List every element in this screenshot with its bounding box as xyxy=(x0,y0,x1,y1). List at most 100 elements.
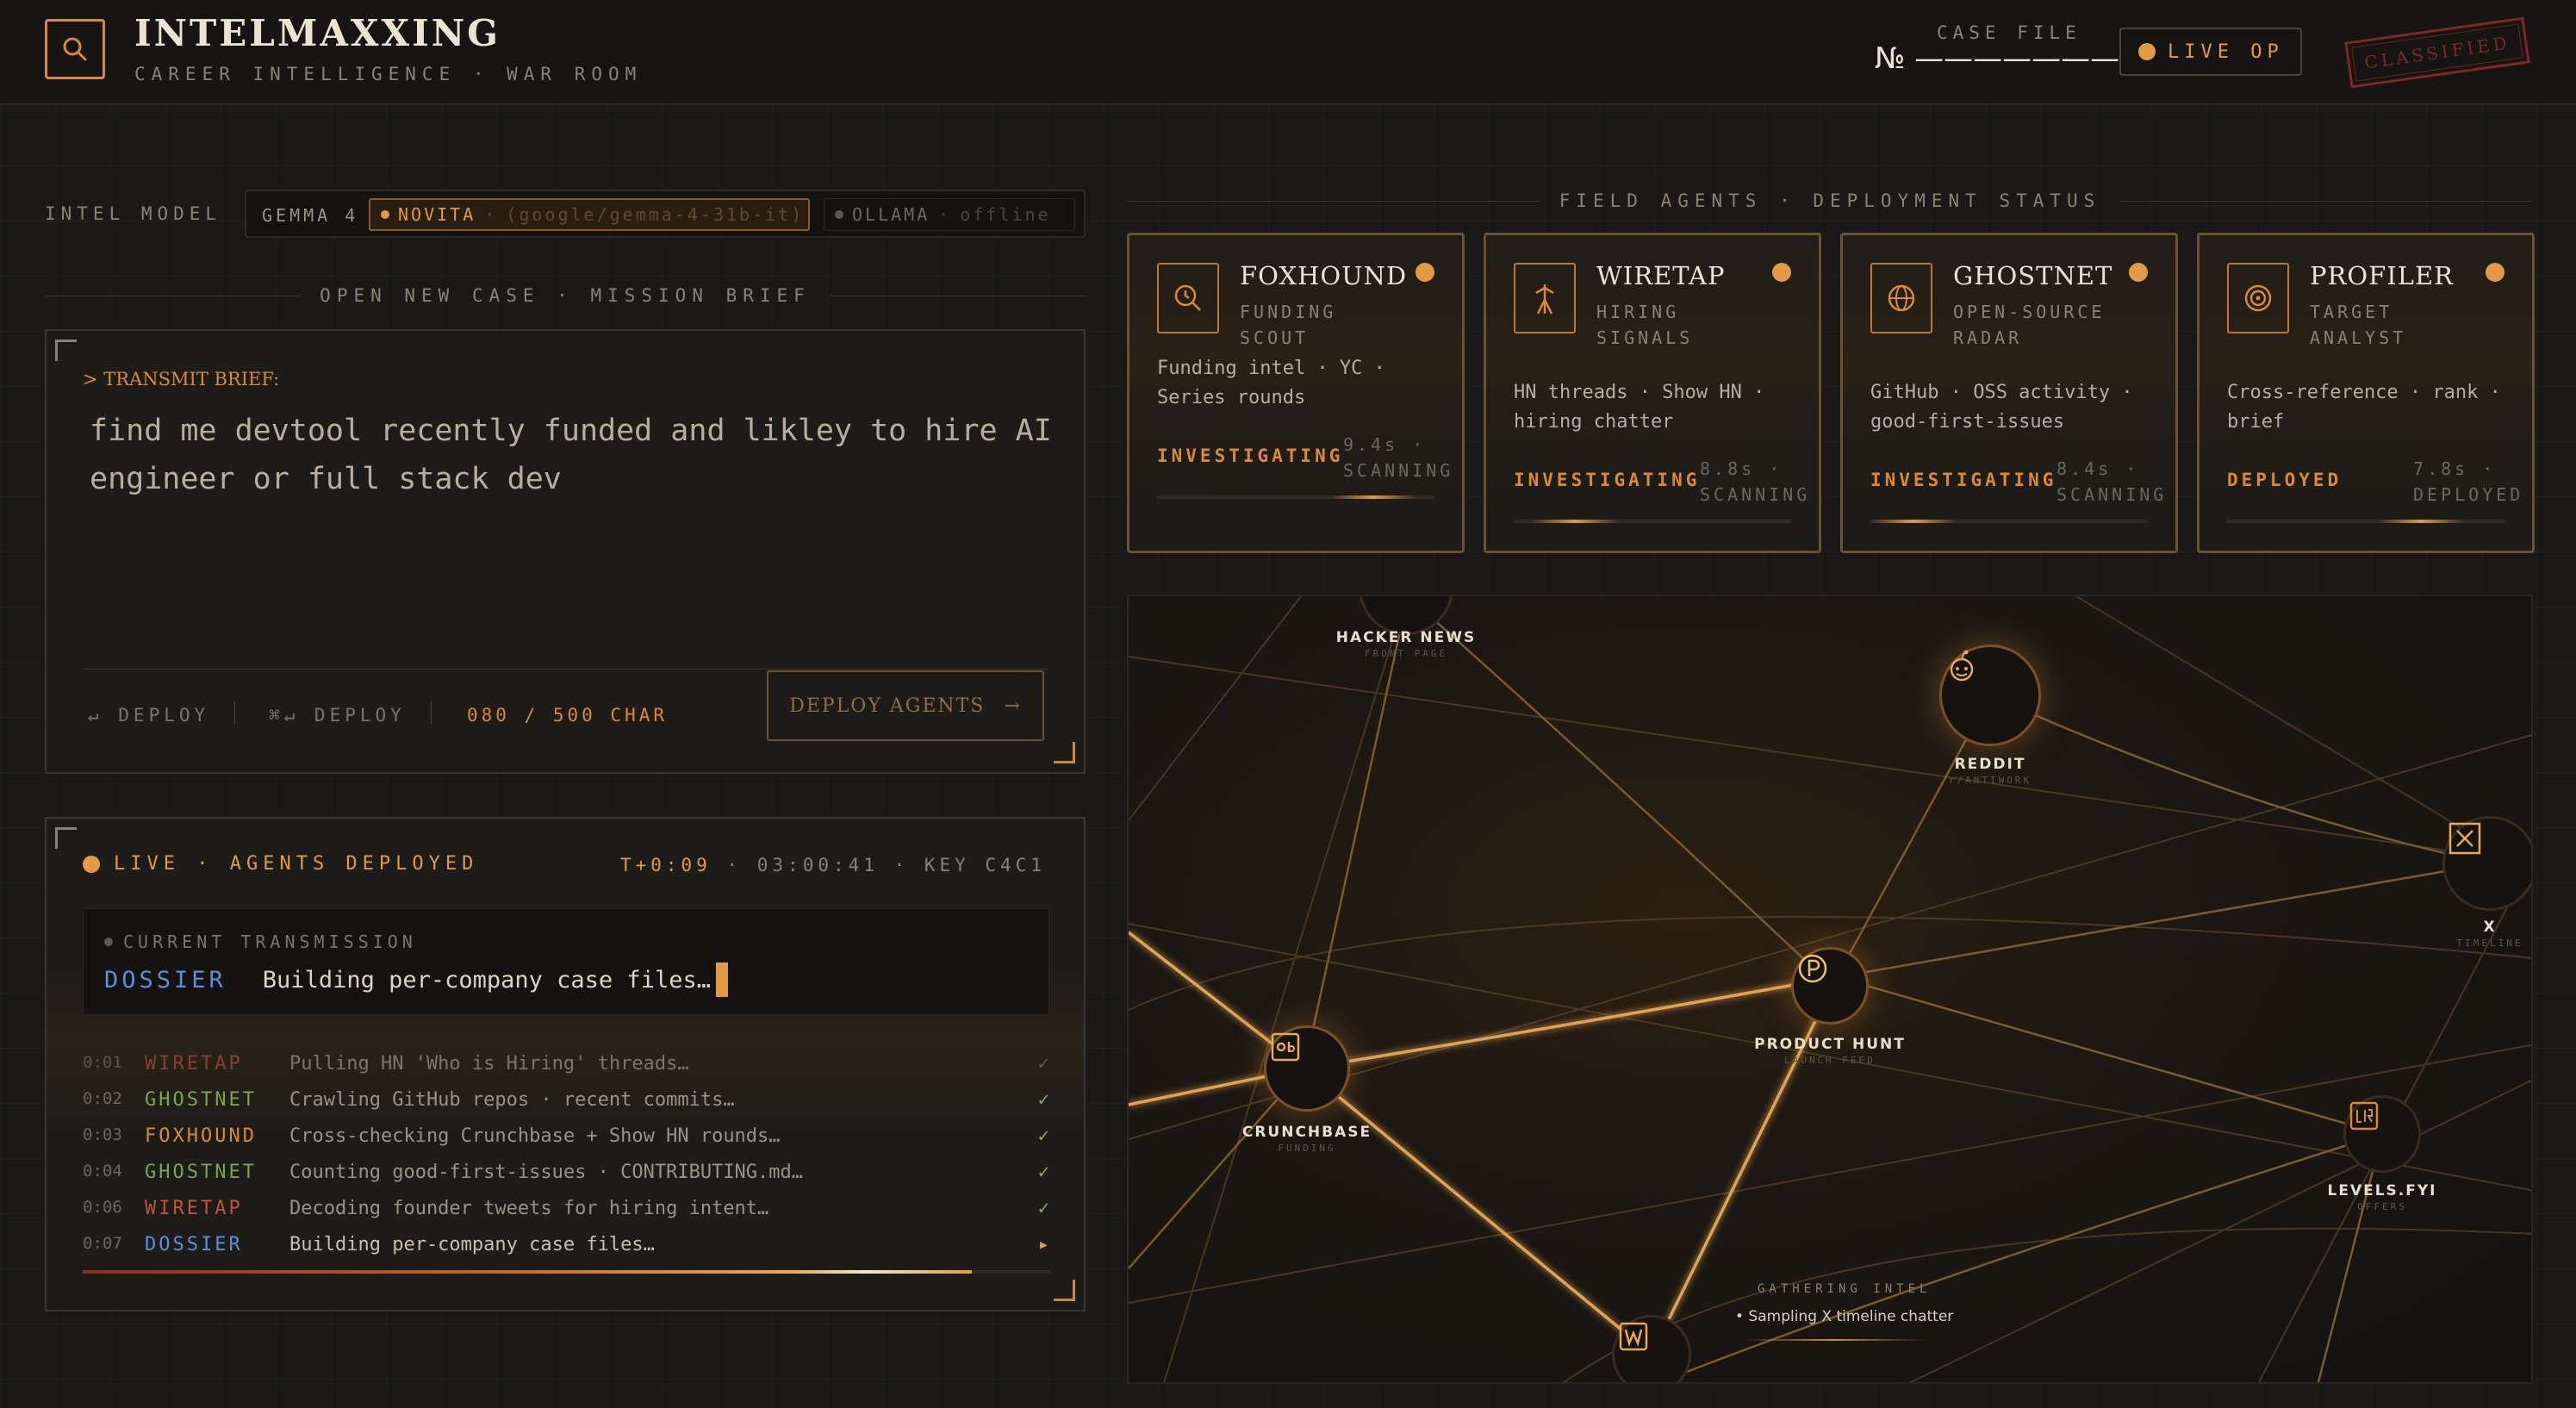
map-node-label: LEVELS.FYI xyxy=(2327,1182,2437,1199)
elapsed-time: T+0:09 xyxy=(619,855,712,875)
transmission-label: CURRENT TRANSMISSION xyxy=(123,931,417,952)
live-status: LIVE · AGENTS DEPLOYED xyxy=(83,853,478,875)
search-icon xyxy=(63,37,87,61)
agent-timing: 9.4s · SCANNING xyxy=(1343,434,1454,481)
gathering-intel-bar xyxy=(1742,1339,1925,1341)
agent-name: PROFILER xyxy=(2310,261,2454,290)
agent-state: INVESTIGATING xyxy=(1157,445,1344,466)
agent-activity-bar xyxy=(2227,520,2504,523)
status-dot-icon xyxy=(1772,263,1791,282)
globe-icon xyxy=(1870,263,1932,333)
map-node-product-hunt[interactable] xyxy=(1791,947,1869,1025)
agent-timing: 8.8s · SCANNING xyxy=(1700,458,1811,505)
corner-bracket-icon xyxy=(1054,1280,1075,1301)
map-node-sublabel: r/ANTIWORK xyxy=(1948,775,2032,786)
agent-description: Funding intel · YC · Series rounds xyxy=(1157,358,1385,408)
agent-card-wiretap[interactable]: WIRETAP HIRING SIGNALS HN threads · Show H… xyxy=(1484,233,1821,553)
offline-dot-icon xyxy=(835,210,843,219)
gathering-intel-label: GATHERING INTEL xyxy=(1758,1282,1932,1296)
agent-name: FOXHOUND xyxy=(1240,261,1408,290)
log-text: Crawling GitHub repos · recent commits… xyxy=(289,1089,735,1111)
case-file-label: CASE FILE xyxy=(1937,22,2081,43)
live-op-badge[interactable]: LIVE OP xyxy=(2119,28,2302,76)
agent-activity-fill xyxy=(1330,495,1417,499)
log-text: Pulling HN 'Who is Hiring' threads… xyxy=(289,1053,689,1075)
agent-activity-bar xyxy=(1870,520,2148,523)
case-file-number: № ——————— xyxy=(1875,41,2120,76)
agent-activity-bar xyxy=(1514,520,1791,523)
mission-brief-title: OPEN NEW CASE · MISSION BRIEF xyxy=(320,285,811,306)
novita-model-id: (google/gemma-4-31b-it) xyxy=(506,204,805,225)
live-dot-icon xyxy=(83,855,100,873)
live-op-label: LIVE OP xyxy=(2168,40,2284,63)
hint-separator xyxy=(234,701,235,724)
log-time: 0:06 xyxy=(83,1198,122,1217)
ollama-provider: OLLAMA xyxy=(852,204,930,225)
agent-timing: 7.8s · DEPLOYED xyxy=(2413,458,2524,505)
agent-activity-fill xyxy=(2378,520,2465,523)
char-counter: 080 / 500 CHAR xyxy=(467,705,669,726)
agent-activity-bar xyxy=(1157,495,1434,499)
map-node-sublabel: FUNDING xyxy=(1278,1143,1336,1154)
agent-state: DEPLOYED xyxy=(2227,470,2343,490)
status-dot-icon xyxy=(2486,263,2504,282)
log-time: 0:03 xyxy=(83,1125,122,1144)
agent-state: INVESTIGATING xyxy=(1514,470,1701,490)
text-cursor xyxy=(715,963,728,997)
log-time: 0:02 xyxy=(83,1089,122,1108)
map-node-x[interactable] xyxy=(2442,816,2531,911)
deploy-agents-button[interactable]: DEPLOY AGENTS → xyxy=(767,670,1044,741)
transmit-brief-label: > TRANSMIT BRIEF: xyxy=(83,369,280,389)
agent-role: HIRING SIGNALS xyxy=(1596,302,1694,348)
agent-card-profiler[interactable]: PROFILER TARGET ANALYST Cross-reference · … xyxy=(2197,233,2535,553)
transmission-label-row: CURRENT TRANSMISSION xyxy=(104,931,417,952)
check-icon: ✓ xyxy=(1037,1053,1049,1075)
map-node-sublabel: OFFERS xyxy=(2357,1201,2407,1212)
ollama-separator: · xyxy=(938,204,952,225)
log-agent: DOSSIER xyxy=(145,1234,243,1255)
log-row: 0:02 GHOSTNET Crawling GitHub repos · rece… xyxy=(83,1082,1049,1117)
agent-name: WIRETAP xyxy=(1596,261,1726,290)
map-node-crunchbase[interactable] xyxy=(1264,1025,1350,1112)
brand-title: INTELMAXXING xyxy=(134,12,501,54)
agent-card-ghostnet[interactable]: GHOSTNET OPEN-SOURCE RADAR GitHub · OSS ac… xyxy=(1840,233,2178,553)
agent-role: OPEN-SOURCE RADAR xyxy=(1953,302,2106,348)
antenna-icon xyxy=(1514,263,1576,333)
log-row: 0:06 WIRETAP Decoding founder tweets for h… xyxy=(83,1191,1049,1225)
field-agents-title: FIELD AGENTS · DEPLOYMENT STATUS xyxy=(1559,190,2101,211)
log-time: 0:01 xyxy=(83,1053,122,1072)
log-text: Building per-company case files… xyxy=(289,1234,655,1255)
map-node-label: HACKER NEWS xyxy=(1335,629,1477,646)
transmission-line: DOSSIER Building per-company case files… xyxy=(104,963,728,997)
log-time: 0:04 xyxy=(83,1162,122,1181)
corner-bracket-icon xyxy=(1054,742,1075,763)
live-status-text: LIVE · AGENTS DEPLOYED xyxy=(114,853,479,875)
log-agent: WIRETAP xyxy=(145,1198,243,1219)
agent-description: HN threads · Show HN · hiring chatter xyxy=(1514,382,1765,433)
log-agent: GHOSTNET xyxy=(145,1089,257,1111)
transmission-dot-icon xyxy=(104,938,113,946)
brand-subtitle: CAREER INTELLIGENCE · WAR ROOM xyxy=(134,64,643,84)
gathering-intel-status: • Sampling X timeline chatter xyxy=(1735,1308,1954,1325)
agent-card-foxhound[interactable]: FOXHOUND FUNDING SCOUT Funding intel · YC … xyxy=(1127,233,1465,553)
current-transmission: CURRENT TRANSMISSION DOSSIER Building pe… xyxy=(83,908,1049,1015)
log-text: Cross-checking Crunchbase + Show HN roun… xyxy=(289,1125,781,1147)
intel-model-label: INTEL MODEL xyxy=(45,203,222,224)
model-option-ollama[interactable]: OLLAMA · offline xyxy=(824,198,1075,231)
live-indicator-dot xyxy=(2138,43,2156,60)
map-node-label: PRODUCT HUNT xyxy=(1754,1036,1906,1053)
map-node-sublabel: FRONT PAGE xyxy=(1364,648,1448,659)
map-node-reddit[interactable] xyxy=(1939,645,2041,746)
mission-brief-header: OPEN NEW CASE · MISSION BRIEF xyxy=(45,283,1086,308)
agent-description: GitHub · OSS activity · good-first-issue… xyxy=(1870,382,2133,433)
map-node-levels-fyi[interactable] xyxy=(2343,1095,2421,1173)
search-button[interactable] xyxy=(45,19,105,79)
map-node-label: REDDIT xyxy=(1954,756,2026,773)
agent-activity-fill xyxy=(1870,520,1957,523)
clock-search-icon xyxy=(1157,263,1219,333)
deploy-agents-label: DEPLOY AGENTS xyxy=(789,695,986,717)
check-icon: ✓ xyxy=(1037,1162,1049,1183)
brief-textarea[interactable]: find me devtool recently funded and likl… xyxy=(90,407,1089,503)
model-option-novita[interactable]: NOVITA · (google/gemma-4-31b-it) xyxy=(369,198,810,231)
log-time: 0:07 xyxy=(83,1234,122,1253)
